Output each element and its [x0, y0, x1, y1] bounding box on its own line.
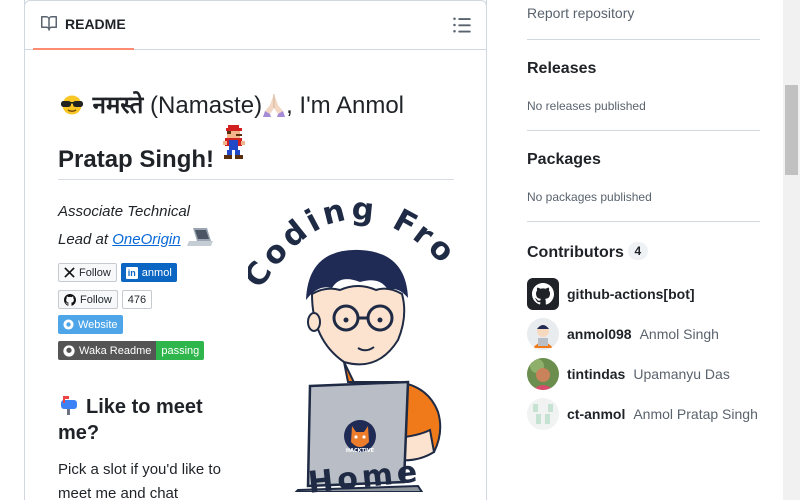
readme-title-line2: Pratap Singh!	[58, 146, 215, 173]
x-logo-icon	[64, 267, 75, 278]
list-unordered-icon	[453, 17, 471, 33]
packages-empty-text: No packages published	[527, 190, 652, 204]
website-badge[interactable]: Website	[58, 315, 123, 334]
subtitle-prefix: Lead at	[58, 231, 113, 248]
waka-readme-badge[interactable]: Waka Readme passing	[58, 341, 205, 360]
greeting-translation: (Namaste)	[143, 92, 263, 119]
sunglasses-emoji-icon	[58, 94, 86, 115]
laptop-emoji-icon	[185, 226, 215, 248]
contributor-name: Anmol Singh	[639, 326, 719, 342]
contributor-item[interactable]: github-actions[bot]	[527, 278, 695, 310]
github-logo-icon	[63, 344, 75, 357]
greeting-hindi: नमस्ते	[92, 92, 144, 119]
contributor-login: tintindas	[567, 366, 626, 382]
contributors-heading-label: Contributors	[527, 244, 624, 261]
badge-row-3: Website	[58, 315, 123, 334]
subtitle-line2: Lead at OneOrigin	[58, 226, 218, 254]
mailbox-emoji-icon	[58, 395, 80, 415]
github-actions-avatar	[527, 278, 559, 310]
github-follow-label: Follow	[80, 293, 112, 306]
page-scrollbar[interactable]	[783, 0, 800, 500]
x-follow-badge[interactable]: Follow	[58, 263, 117, 282]
packages-heading[interactable]: Packages	[527, 151, 601, 169]
tab-readme-label: README	[65, 16, 126, 32]
outline-menu-button[interactable]	[452, 15, 472, 35]
mario-sprite-icon	[221, 124, 247, 160]
x-follow-label: Follow	[79, 266, 111, 279]
sidebar-divider	[527, 130, 760, 131]
github-followers-count[interactable]: 476	[121, 290, 153, 309]
meet-heading: Like to meet me?	[58, 394, 228, 446]
contributor-login: anmol098	[567, 326, 632, 342]
readme-title: नमस्ते (Namaste) , I'm Anmol	[58, 88, 404, 121]
coding-from-home-illustration: Coding From	[230, 162, 461, 500]
sidebar-divider	[527, 221, 760, 222]
waka-status: passing	[156, 341, 205, 360]
github-follow-badge[interactable]: Follow	[58, 290, 118, 309]
linkedin-icon: in	[125, 266, 138, 279]
github-logo-icon	[64, 293, 76, 306]
linkedin-label: anmol	[141, 266, 172, 279]
tab-readme[interactable]: README	[33, 0, 134, 50]
contributor-item[interactable]: anmol098 Anmol Singh	[527, 318, 719, 350]
contributor-name: Upamanyu Das	[633, 366, 730, 382]
releases-heading[interactable]: Releases	[527, 60, 596, 78]
contributor-login: ct-anmol	[567, 406, 626, 422]
waka-badge-left: Waka Readme	[58, 341, 157, 360]
github-logo-icon	[532, 283, 554, 305]
report-repository-link[interactable]: Report repository	[527, 5, 634, 21]
contributor-login: github-actions[bot]	[567, 286, 695, 302]
book-icon	[41, 15, 57, 34]
linkedin-badge[interactable]: in anmol	[120, 263, 177, 282]
releases-empty-text: No releases published	[527, 99, 646, 113]
sidebar-divider	[527, 39, 760, 40]
scrollbar-thumb[interactable]	[785, 85, 798, 175]
contributor-name: Anmol Pratap Singh	[633, 406, 758, 422]
contributors-count: 4	[627, 242, 648, 260]
waka-label: Waka Readme	[79, 344, 152, 357]
title-rest: , I'm Anmol	[286, 92, 405, 119]
chrome-icon	[63, 319, 74, 330]
badge-row-4: Waka Readme passing	[58, 341, 205, 360]
website-label: Website	[78, 318, 118, 331]
readme-card: README नमस्ते (Namaste) , I'm Anmol Prat…	[24, 0, 487, 500]
ct-anmol-avatar	[527, 398, 559, 430]
hero-sticker-text: HACKTIVE	[346, 448, 375, 454]
contributor-item[interactable]: tintindas Upamanyu Das	[527, 358, 730, 390]
contributors-heading[interactable]: Contributors 4	[527, 242, 648, 262]
meet-paragraph: Pick a slot if you'd like to meet me and…	[58, 461, 221, 500]
badge-row-2: Follow 476	[58, 290, 153, 309]
tintindas-avatar	[527, 358, 559, 390]
readme-header: README	[25, 0, 486, 50]
oneorigin-link[interactable]: OneOrigin	[112, 231, 180, 248]
anmol098-avatar	[527, 318, 559, 350]
contributor-item[interactable]: ct-anmol Anmol Pratap Singh	[527, 398, 758, 430]
subtitle-line1: Associate Technical	[58, 203, 191, 220]
badge-row-1: Follow in anmol	[58, 263, 177, 282]
folded-hands-emoji-icon	[262, 91, 286, 117]
readme-subtitle: Associate Technical Lead at OneOrigin	[58, 198, 218, 254]
title-divider	[58, 179, 454, 180]
